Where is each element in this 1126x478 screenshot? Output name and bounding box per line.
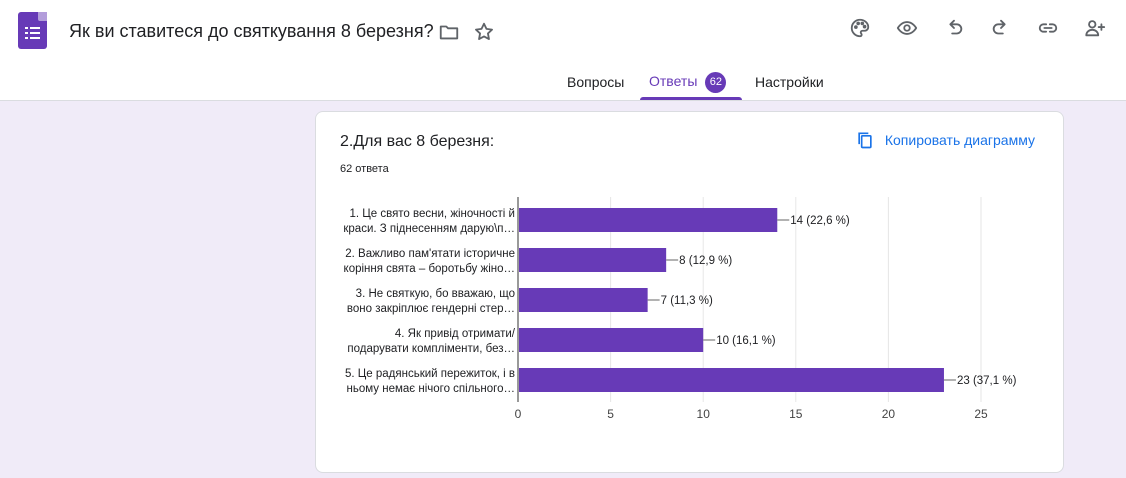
data-label: 7 (11,3 %) (661, 295, 713, 307)
x-tick-label: 0 (515, 407, 522, 421)
category-label: воно закріплює гендерні стер… (347, 303, 515, 315)
add-collaborator-icon[interactable] (1082, 15, 1108, 41)
data-label: 8 (12,9 %) (679, 255, 732, 267)
category-label: 2. Важливо пам'ятати історичне (345, 248, 515, 260)
redo-icon[interactable] (988, 15, 1014, 41)
preview-eye-icon[interactable] (894, 15, 920, 41)
responses-count-badge: 62 (705, 72, 727, 93)
category-label: коріння свята – боротьбу жіно… (344, 263, 515, 275)
category-label: подарувати компліменти, без… (347, 343, 515, 355)
form-title[interactable]: Як ви ставитеся до святкування 8 березня… (69, 21, 434, 42)
link-icon[interactable] (1035, 15, 1061, 41)
question-summary-card: 2.Для вас 8 березня: 62 ответа Копироват… (315, 111, 1064, 473)
bar (519, 288, 648, 312)
category-label: краси. З піднесенням дарую\п… (343, 223, 515, 235)
tab-settings[interactable]: Настройки (755, 74, 824, 90)
forms-logo-icon[interactable] (18, 12, 47, 49)
category-label: ньому немає нічого спільного… (347, 383, 515, 395)
bar (519, 208, 778, 232)
x-tick-label: 10 (697, 407, 711, 421)
x-tick-label: 20 (882, 407, 896, 421)
category-label: 4. Як привід отримати/ (395, 328, 516, 340)
data-label: 14 (22,6 %) (790, 215, 850, 227)
category-label: 1. Це свято весни, жіночності й (349, 208, 515, 220)
data-label: 23 (37,1 %) (957, 375, 1017, 387)
x-tick-label: 25 (974, 407, 988, 421)
x-tick-label: 5 (607, 407, 614, 421)
star-icon[interactable] (471, 19, 497, 45)
undo-icon[interactable] (941, 15, 967, 41)
bar (519, 328, 704, 352)
active-tab-indicator (640, 97, 742, 100)
category-label: 5. Це радянський пережиток, і в (345, 368, 515, 380)
tab-responses[interactable]: Ответы 62 (649, 72, 727, 93)
palette-icon[interactable] (847, 15, 873, 41)
tabs-bar: Вопросы Ответы 62 Настройки (0, 64, 1126, 101)
tab-questions[interactable]: Вопросы (567, 74, 624, 90)
x-tick-label: 15 (789, 407, 803, 421)
folder-icon[interactable] (436, 19, 462, 45)
bar (519, 368, 944, 392)
top-bar: Як ви ставитеся до святкування 8 березня… (0, 0, 1126, 101)
data-label: 10 (16,1 %) (716, 335, 776, 347)
responses-bar-chart: 0 5 10 15 20 25 14 (22,6 %) 1. Це свято весни, … (343, 197, 1017, 421)
tab-responses-label: Ответы (649, 73, 698, 90)
category-label: 3. Не святкую, бо вважаю, що (356, 288, 515, 300)
bar (519, 248, 667, 272)
